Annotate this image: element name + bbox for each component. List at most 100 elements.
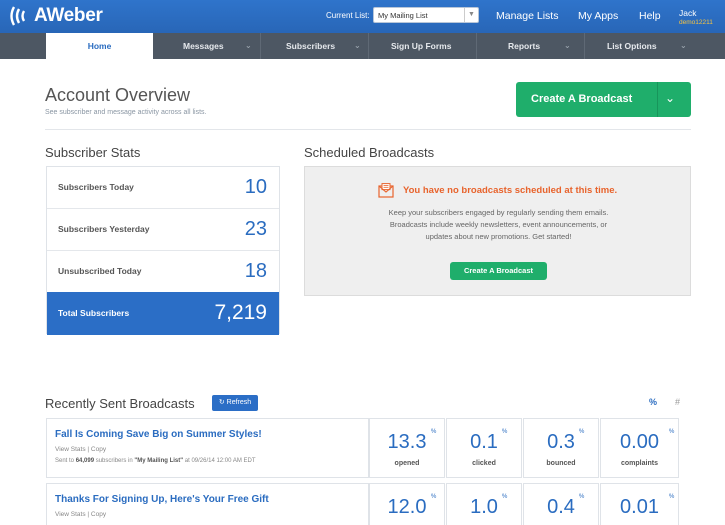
nav-home-label: Home [87, 41, 112, 51]
help-link[interactable]: Help [639, 10, 661, 22]
stat-row-total: Total Subscribers 7,219 [47, 292, 279, 335]
metric-value: 0.00 [620, 431, 659, 453]
scheduled-text-line: updates about new promotions. Get starte… [425, 232, 572, 241]
nav-subscribers[interactable]: Subscribers ⌄ [261, 33, 368, 59]
metric-value: 0.4 [547, 496, 575, 518]
metric-clicked[interactable]: 1.0 % [446, 483, 522, 525]
stat-label: Unsubscribed Today [58, 266, 142, 276]
nav-sign-up-forms[interactable]: Sign Up Forms [369, 33, 476, 59]
broadcast-sent-info: Sent to 64,099 subscribers in "My Mailin… [55, 458, 256, 464]
logo-text: AWeber [34, 5, 103, 26]
page-subtitle: See subscriber and message activity acro… [45, 109, 207, 116]
scheduled-text-line: Keep your subscribers engaged by regular… [388, 208, 609, 217]
chevron-down-icon[interactable]: ⌄ [665, 91, 675, 105]
create-broadcast-button[interactable]: Create A Broadcast ⌄ [516, 82, 691, 117]
recently-sent-title: Recently Sent Broadcasts [45, 396, 195, 411]
percent-sign: % [431, 494, 437, 500]
chevron-down-icon: ⌄ [354, 41, 361, 50]
broadcast-actions[interactable]: View Stats | Copy [55, 511, 106, 518]
chevron-down-icon: ⌄ [564, 41, 571, 50]
no-broadcasts-warning: You have no broadcasts scheduled at this… [403, 185, 618, 196]
sent-count: 64,099 [75, 458, 95, 464]
stat-label: Subscribers Today [58, 182, 134, 192]
create-broadcast-small-button[interactable]: Create A Broadcast [450, 262, 547, 280]
percent-sign: % [579, 429, 585, 435]
metric-value: 0.01 [620, 496, 659, 518]
chevron-down-icon: ⌄ [680, 41, 687, 50]
chevron-down-icon: ▼ [464, 8, 478, 22]
metric-complaints[interactable]: 0.01 % [600, 483, 679, 525]
nav-sign-up-forms-label: Sign Up Forms [391, 41, 452, 51]
percent-sign: % [669, 429, 675, 435]
percent-sign: % [669, 494, 675, 500]
count-toggle[interactable]: # [675, 397, 680, 407]
metric-opened[interactable]: 12.0 % [369, 483, 445, 525]
broadcast-card: Thanks For Signing Up, Here's Your Free … [46, 483, 369, 525]
page-title: Account Overview [45, 85, 191, 105]
aweber-logo-icon [8, 5, 32, 27]
broadcast-title-link[interactable]: Thanks For Signing Up, Here's Your Free … [55, 494, 269, 505]
stat-value: 7,219 [214, 301, 267, 324]
metric-clicked[interactable]: 0.1 % clicked [446, 418, 522, 478]
sent-prefix: Sent to [55, 458, 76, 464]
nav-list-options[interactable]: List Options ⌄ [585, 33, 691, 59]
top-bar: AWeber Current List: My Mailing List ▼ M… [0, 0, 725, 33]
user-id: demo12211 [679, 19, 713, 26]
refresh-label: Refresh [226, 399, 252, 406]
broadcast-actions[interactable]: View Stats | Copy [55, 446, 106, 453]
subscriber-stats-panel: Subscribers Today 10 Subscribers Yesterd… [46, 166, 280, 335]
metric-complaints[interactable]: 0.00 % complaints [600, 418, 679, 478]
sent-mid: subscribers in [94, 458, 135, 464]
stat-row: Subscribers Today 10 [47, 167, 279, 209]
stat-label: Total Subscribers [58, 308, 130, 318]
divider [45, 129, 691, 130]
stat-row: Subscribers Yesterday 23 [47, 209, 279, 251]
current-list-select[interactable]: My Mailing List ▼ [373, 7, 479, 23]
metric-value: 0.1 [470, 431, 498, 453]
envelope-icon [378, 183, 394, 198]
nav-subscribers-label: Subscribers [286, 41, 336, 51]
metric-caption: bounced [546, 460, 576, 467]
scheduled-description: Keep your subscribers engaged by regular… [305, 207, 692, 243]
nav-list-options-label: List Options [607, 41, 657, 51]
metric-opened[interactable]: 13.3 % opened [369, 418, 445, 478]
metric-bounced[interactable]: 0.3 % bounced [523, 418, 599, 478]
stat-value: 18 [244, 260, 267, 282]
chevron-down-icon: ⌄ [245, 41, 252, 50]
stat-label: Subscribers Yesterday [58, 224, 150, 234]
nav-reports-label: Reports [508, 41, 541, 51]
main-nav: Home Messages ⌄ Subscribers ⌄ Sign Up Fo… [0, 33, 725, 59]
percent-sign: % [431, 429, 437, 435]
user-menu[interactable]: Jack demo12211 [679, 8, 713, 26]
stat-row: Unsubscribed Today 18 [47, 251, 279, 293]
refresh-button[interactable]: ↻ Refresh [212, 395, 258, 411]
refresh-icon: ↻ [218, 399, 225, 406]
scheduled-text-line: Broadcasts include weekly newsletters, e… [389, 220, 608, 229]
percent-toggle[interactable]: % [649, 397, 657, 407]
create-broadcast-label: Create A Broadcast [531, 93, 633, 105]
percent-sign: % [502, 429, 508, 435]
metric-caption: opened [394, 460, 420, 467]
nav-messages[interactable]: Messages ⌄ [153, 33, 260, 59]
current-list-label: Current List: [326, 11, 370, 20]
current-list-value: My Mailing List [378, 11, 428, 20]
broadcast-title-link[interactable]: Fall Is Coming Save Big on Summer Styles… [55, 429, 262, 440]
nav-messages-label: Messages [183, 41, 224, 51]
sent-list: "My Mailing List" [134, 458, 184, 464]
manage-lists-link[interactable]: Manage Lists [496, 10, 558, 22]
scheduled-broadcasts-panel: You have no broadcasts scheduled at this… [304, 166, 691, 296]
sent-suffix: at 09/26/14 12:00 AM EDT [183, 458, 256, 464]
metric-bounced[interactable]: 0.4 % [523, 483, 599, 525]
nav-home[interactable]: Home [46, 33, 153, 59]
aweber-logo[interactable]: AWeber [8, 5, 103, 27]
my-apps-link[interactable]: My Apps [578, 10, 618, 22]
user-name: Jack [679, 8, 697, 18]
percent-sign: % [579, 494, 585, 500]
stat-value: 23 [244, 218, 267, 240]
subscriber-stats-title: Subscriber Stats [45, 145, 141, 160]
broadcast-card: Fall Is Coming Save Big on Summer Styles… [46, 418, 369, 478]
metric-caption: clicked [472, 460, 496, 467]
metric-caption: complaints [621, 460, 658, 467]
metric-value: 1.0 [470, 496, 498, 518]
nav-reports[interactable]: Reports ⌄ [477, 33, 584, 59]
